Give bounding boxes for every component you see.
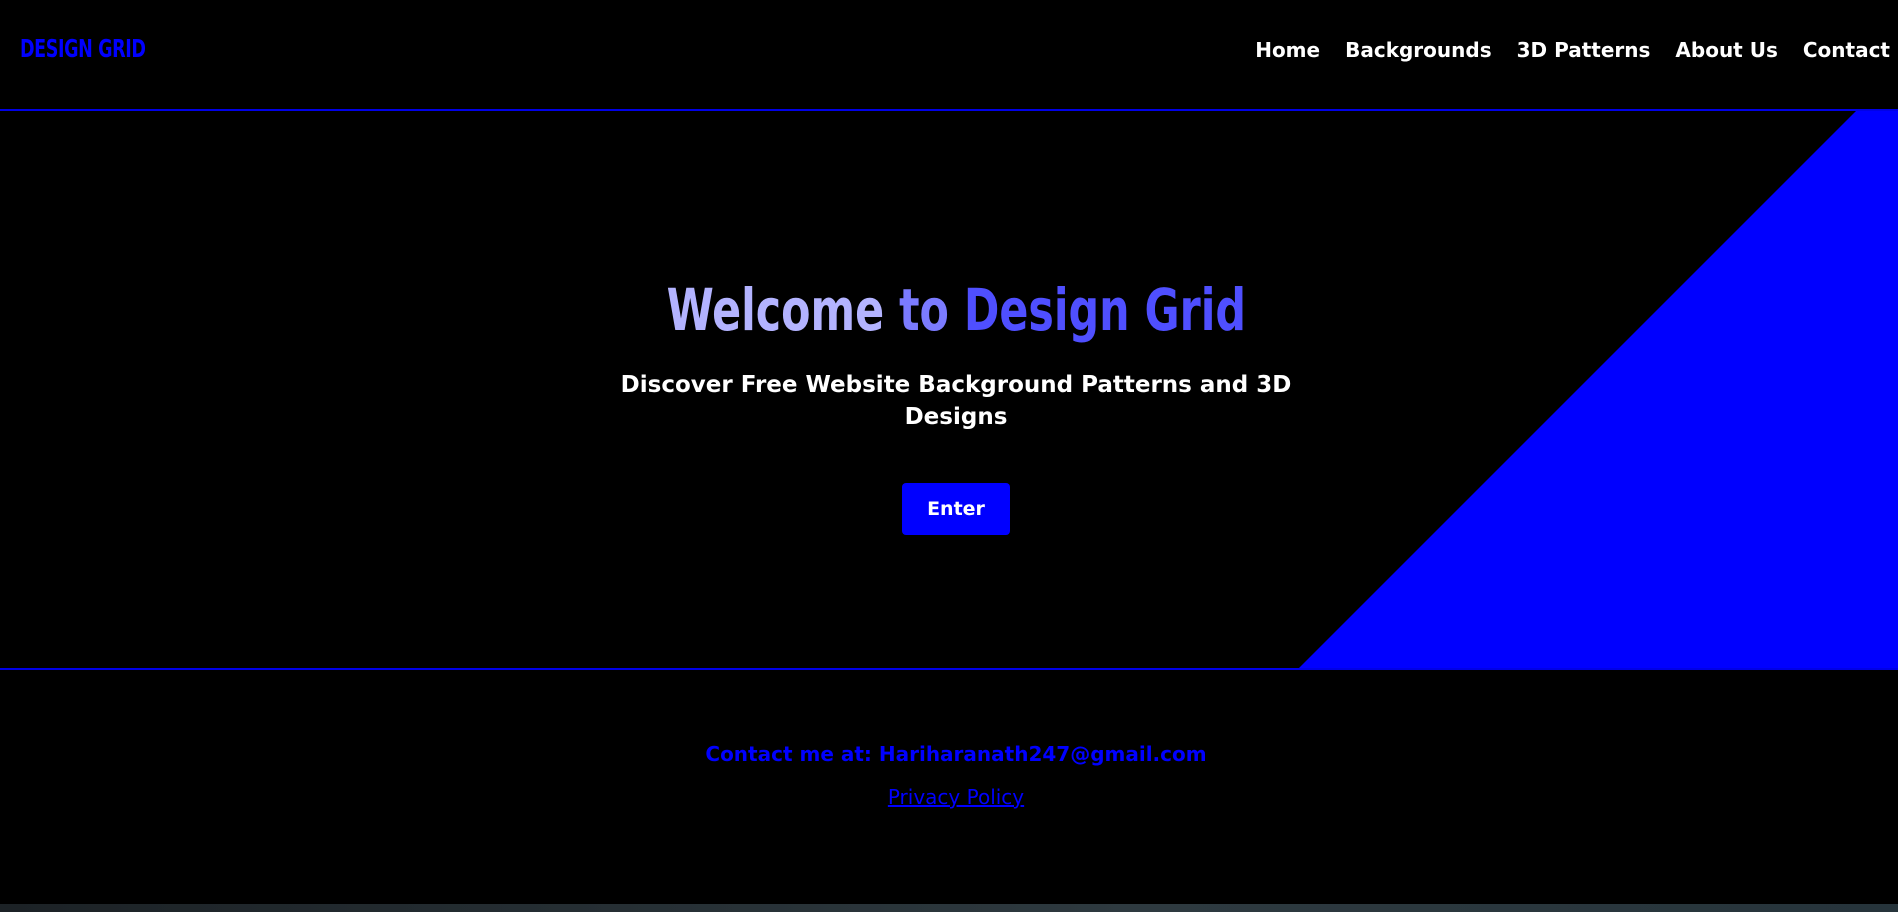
hero-title-welcome: Welcome bbox=[666, 276, 899, 344]
privacy-policy-link[interactable]: Privacy Policy bbox=[888, 785, 1024, 809]
main-nav: Home Backgrounds 3D Patterns About Us Co… bbox=[1255, 38, 1890, 62]
site-footer: Contact me at: Hariharanath247@gmail.com… bbox=[0, 672, 1898, 904]
nav-link-3d-patterns[interactable]: 3D Patterns bbox=[1517, 38, 1651, 62]
privacy-policy-container: Privacy Policy bbox=[0, 785, 1898, 809]
bottom-edge-strip bbox=[0, 904, 1898, 912]
page: DESIGN GRID Home Backgrounds 3D Patterns… bbox=[0, 0, 1898, 912]
nav-link-about-us[interactable]: About Us bbox=[1675, 38, 1777, 62]
site-logo[interactable]: DESIGN GRID bbox=[20, 34, 146, 63]
hero-title-brand: Design Grid bbox=[963, 276, 1246, 344]
enter-button[interactable]: Enter bbox=[902, 483, 1010, 535]
site-header: DESIGN GRID Home Backgrounds 3D Patterns… bbox=[0, 0, 1898, 111]
hero-title-to: to bbox=[898, 276, 964, 344]
hero-section: Welcome to Design Grid Discover Free Web… bbox=[0, 111, 1898, 670]
contact-email-text: Contact me at: Hariharanath247@gmail.com bbox=[705, 742, 1207, 766]
nav-link-contact[interactable]: Contact bbox=[1803, 38, 1890, 62]
nav-link-backgrounds[interactable]: Backgrounds bbox=[1345, 38, 1492, 62]
hero-subtitle: Discover Free Website Background Pattern… bbox=[620, 372, 1292, 430]
nav-link-home[interactable]: Home bbox=[1255, 38, 1320, 62]
hero-content: Welcome to Design Grid Discover Free Web… bbox=[0, 281, 1898, 535]
hero-title: Welcome to Design Grid bbox=[666, 281, 1245, 339]
